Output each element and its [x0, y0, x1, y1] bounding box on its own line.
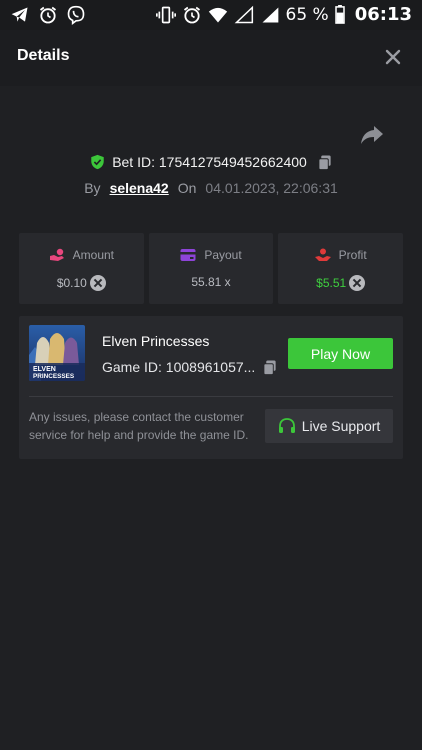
- shield-check-icon: [91, 154, 104, 170]
- amount-label: Amount: [72, 248, 115, 262]
- viber-icon: [67, 5, 85, 25]
- battery-percent: 65 %: [285, 4, 329, 25]
- bet-meta-row: By selena42 On 04.01.2023, 22:06:31: [0, 180, 422, 196]
- currency-icon: [349, 275, 366, 291]
- details-header: Details: [0, 30, 422, 86]
- clock: 06:13: [354, 4, 412, 25]
- copy-icon[interactable]: [263, 360, 277, 375]
- wifi-icon: [208, 7, 227, 22]
- alarm-icon: [183, 6, 200, 23]
- live-support-label: Live Support: [301, 418, 381, 434]
- profit-card: Profit $5.51: [278, 233, 404, 304]
- on-label: On: [177, 180, 197, 196]
- by-label: By: [84, 180, 101, 196]
- thumb-title-line1: ELVEN: [33, 366, 56, 373]
- bet-stats: Amount $0.10 Payout 55.81 x Profit $5.51: [19, 233, 404, 304]
- bet-id-row: Bet ID: 1754127549452662400: [0, 154, 422, 170]
- close-icon[interactable]: [384, 48, 402, 66]
- username-link[interactable]: selena42: [110, 180, 169, 196]
- support-notice: Any issues, please contact the customer …: [29, 410, 249, 442]
- divider: [29, 396, 393, 397]
- payout-label: Payout: [204, 248, 242, 262]
- status-bar: 65 % 06:13: [0, 0, 422, 30]
- amount-card: Amount $0.10: [19, 233, 144, 304]
- status-bar-system: 65 % 06:13: [155, 4, 412, 25]
- hand-coin-icon: [49, 248, 64, 261]
- profit-hand-icon: [314, 248, 331, 261]
- bet-date: 04.01.2023, 22:06:31: [205, 180, 338, 196]
- play-now-button[interactable]: Play Now: [288, 338, 393, 369]
- page-title: Details: [17, 47, 70, 64]
- signal-empty-icon: [234, 5, 253, 23]
- headset-icon: [278, 418, 295, 433]
- copy-icon[interactable]: [318, 154, 332, 170]
- live-support-button[interactable]: Live Support: [265, 409, 393, 443]
- telegram-icon: [11, 7, 28, 22]
- card-icon: [180, 249, 196, 261]
- signal-icon: [262, 7, 278, 22]
- profit-value: $5.51: [316, 276, 347, 290]
- share-icon[interactable]: [360, 124, 384, 146]
- amount-value: $0.10: [56, 276, 87, 290]
- game-id: Game ID: 1008961057...: [102, 359, 256, 375]
- battery-icon: [334, 5, 345, 24]
- profit-label: Profit: [338, 248, 367, 262]
- payout-card: Payout 55.81 x: [148, 233, 274, 304]
- game-name: Elven Princesses: [102, 333, 210, 349]
- bet-id: Bet ID: 1754127549452662400: [112, 154, 307, 170]
- status-bar-notifications: [10, 5, 86, 25]
- game-thumbnail[interactable]: ELVEN PRINCESSES: [29, 325, 85, 381]
- alarm-icon: [39, 6, 57, 24]
- payout-value: 55.81 x: [191, 275, 231, 289]
- vibrate-icon: [155, 6, 176, 23]
- game-card: ELVEN PRINCESSES Elven Princesses Game I…: [19, 316, 403, 459]
- currency-icon: [89, 275, 106, 291]
- thumb-title-line2: PRINCESSES: [33, 373, 75, 380]
